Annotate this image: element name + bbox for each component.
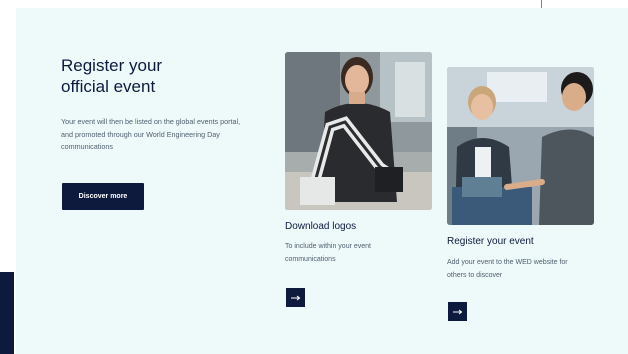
- register-event-title: Register your event: [447, 236, 534, 247]
- woman-robot-arm-photo: [285, 52, 432, 210]
- navy-accent-bar: [0, 272, 14, 354]
- top-divider-tick: [541, 0, 542, 8]
- discover-more-button[interactable]: Discover more: [62, 183, 144, 210]
- download-logos-description: To include within your event communicati…: [285, 243, 371, 263]
- hero-title-line2: official event: [61, 77, 156, 96]
- hero-title-line1: Register your: [61, 56, 163, 75]
- hero-description: Your event will then be listed on the gl…: [61, 117, 241, 151]
- download-logos-title: Download logos: [285, 221, 357, 232]
- students-robotics-photo: [447, 67, 594, 225]
- arrow-right-icon: [290, 295, 300, 300]
- hero-title: Register your official event: [61, 55, 261, 97]
- register-event-description: Add your event to the WED website for ot…: [447, 259, 568, 279]
- register-event-arrow-button[interactable]: [448, 302, 467, 321]
- arrow-right-icon: [452, 309, 462, 314]
- download-logos-arrow-button[interactable]: [286, 288, 305, 307]
